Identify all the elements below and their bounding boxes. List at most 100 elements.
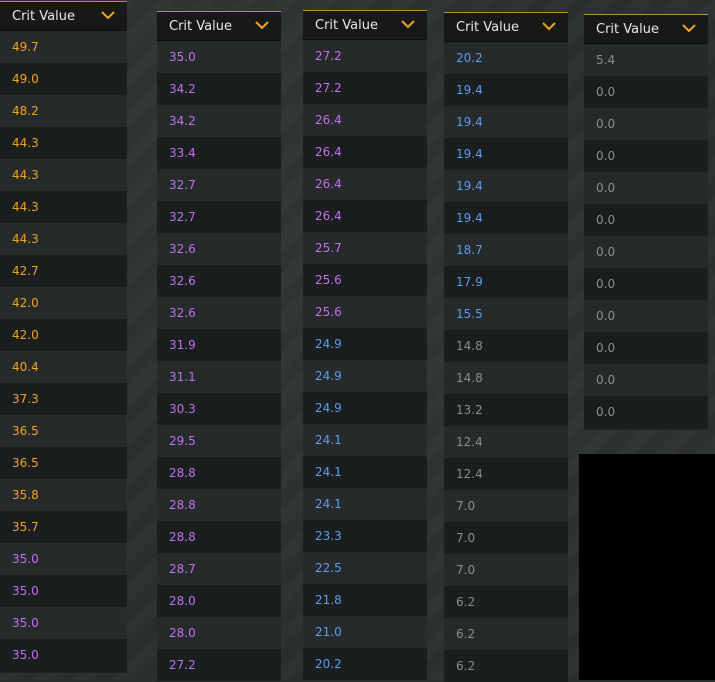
crit-value-column-1: Crit Value 49.7 49.0 48.2 44.3 44.3 44.3 44.3 4… [0, 1, 127, 673]
value-row: 42.7 [0, 255, 127, 287]
value-row: 12.4 [444, 426, 568, 458]
value-row: 32.7 [157, 201, 281, 233]
value-row: 26.4 [303, 200, 427, 232]
value-row: 0.0 [584, 268, 708, 300]
value-row: 6.2 [444, 586, 568, 618]
value-list: 49.7 49.0 48.2 44.3 44.3 44.3 44.3 42.7 42.0 42.0… [0, 31, 127, 671]
value-row: 28.0 [157, 617, 281, 649]
value-row: 0.0 [584, 300, 708, 332]
chevron-down-icon[interactable] [401, 19, 415, 29]
value-row: 19.4 [444, 138, 568, 170]
value-row: 5.4 [584, 44, 708, 76]
value-row: 32.6 [157, 297, 281, 329]
chevron-down-icon[interactable] [255, 20, 269, 30]
chevron-down-icon[interactable] [101, 10, 115, 20]
value-row: 29.5 [157, 425, 281, 457]
column-header-label: Crit Value [315, 18, 378, 33]
value-row: 24.9 [303, 328, 427, 360]
value-row: 35.8 [0, 479, 127, 511]
value-row: 44.3 [0, 223, 127, 255]
column-header[interactable]: Crit Value [157, 11, 281, 41]
value-row: 20.2 [303, 648, 427, 680]
value-row: 48.2 [0, 95, 127, 127]
value-row: 34.2 [157, 105, 281, 137]
value-row: 37.3 [0, 383, 127, 415]
column-header[interactable]: Crit Value [444, 12, 568, 42]
crit-value-column-5: Crit Value 5.4 0.0 0.0 0.0 0.0 0.0 0.0 0.0 0.0 0.… [584, 14, 708, 430]
value-row: 35.7 [0, 511, 127, 543]
value-row: 23.3 [303, 520, 427, 552]
value-row: 0.0 [584, 76, 708, 108]
value-row: 42.0 [0, 319, 127, 351]
value-row: 35.0 [157, 41, 281, 73]
value-row: 7.0 [444, 522, 568, 554]
value-row: 28.8 [157, 457, 281, 489]
value-row: 0.0 [584, 172, 708, 204]
value-row: 24.9 [303, 392, 427, 424]
value-list: 35.0 34.2 34.2 33.4 32.7 32.7 32.6 32.6 32.6 31.9… [157, 41, 281, 681]
value-row: 36.5 [0, 415, 127, 447]
value-row: 14.8 [444, 362, 568, 394]
value-row: 31.1 [157, 361, 281, 393]
crit-value-column-2: Crit Value 35.0 34.2 34.2 33.4 32.7 32.7 32.6 3… [157, 11, 281, 681]
chevron-down-icon[interactable] [542, 21, 556, 31]
value-row: 35.0 [0, 607, 127, 639]
value-row: 19.4 [444, 106, 568, 138]
value-list: 5.4 0.0 0.0 0.0 0.0 0.0 0.0 0.0 0.0 0.0 0.0 0.0 [584, 44, 708, 428]
value-row: 25.7 [303, 232, 427, 264]
value-row: 34.2 [157, 73, 281, 105]
value-row: 49.7 [0, 31, 127, 63]
column-header[interactable]: Crit Value [0, 1, 127, 31]
value-row: 42.0 [0, 287, 127, 319]
value-row: 33.4 [157, 137, 281, 169]
value-row: 35.0 [0, 639, 127, 671]
value-row: 6.2 [444, 650, 568, 682]
value-list: 20.2 19.4 19.4 19.4 19.4 19.4 18.7 17.9 15.5 14.8… [444, 42, 568, 682]
value-row: 19.4 [444, 170, 568, 202]
value-row: 7.0 [444, 490, 568, 522]
value-row: 19.4 [444, 74, 568, 106]
value-row: 21.8 [303, 584, 427, 616]
value-row: 24.9 [303, 360, 427, 392]
value-row: 24.1 [303, 488, 427, 520]
value-row: 14.8 [444, 330, 568, 362]
value-row: 44.3 [0, 127, 127, 159]
chevron-down-icon[interactable] [682, 23, 696, 33]
value-row: 19.4 [444, 202, 568, 234]
crit-value-column-3: Crit Value 27.2 27.2 26.4 26.4 26.4 26.4 25.7 2… [303, 10, 427, 680]
column-header[interactable]: Crit Value [303, 10, 427, 40]
value-row: 15.5 [444, 298, 568, 330]
value-row: 28.0 [157, 585, 281, 617]
value-row: 6.2 [444, 618, 568, 650]
value-row: 21.0 [303, 616, 427, 648]
value-row: 28.8 [157, 489, 281, 521]
value-row: 26.4 [303, 104, 427, 136]
value-row: 28.8 [157, 521, 281, 553]
value-row: 0.0 [584, 236, 708, 268]
value-row: 27.2 [157, 649, 281, 681]
value-list: 27.2 27.2 26.4 26.4 26.4 26.4 25.7 25.6 25.6 24.9… [303, 40, 427, 680]
column-header-label: Crit Value [456, 20, 519, 35]
value-row: 31.9 [157, 329, 281, 361]
value-row: 0.0 [584, 108, 708, 140]
crit-value-column-4: Crit Value 20.2 19.4 19.4 19.4 19.4 19.4 18.7 1… [444, 12, 568, 682]
column-header-label: Crit Value [596, 22, 659, 37]
value-row: 25.6 [303, 264, 427, 296]
value-row: 12.4 [444, 458, 568, 490]
value-row: 0.0 [584, 364, 708, 396]
column-header-label: Crit Value [169, 19, 232, 34]
value-row: 0.0 [584, 396, 708, 428]
value-row: 35.0 [0, 575, 127, 607]
value-row: 26.4 [303, 168, 427, 200]
column-header[interactable]: Crit Value [584, 14, 708, 44]
value-row: 35.0 [0, 543, 127, 575]
value-row: 27.2 [303, 72, 427, 104]
empty-black-region [579, 454, 715, 680]
value-row: 26.4 [303, 136, 427, 168]
value-row: 24.1 [303, 424, 427, 456]
value-row: 36.5 [0, 447, 127, 479]
value-row: 22.5 [303, 552, 427, 584]
value-row: 32.6 [157, 233, 281, 265]
value-row: 13.2 [444, 394, 568, 426]
value-row: 49.0 [0, 63, 127, 95]
